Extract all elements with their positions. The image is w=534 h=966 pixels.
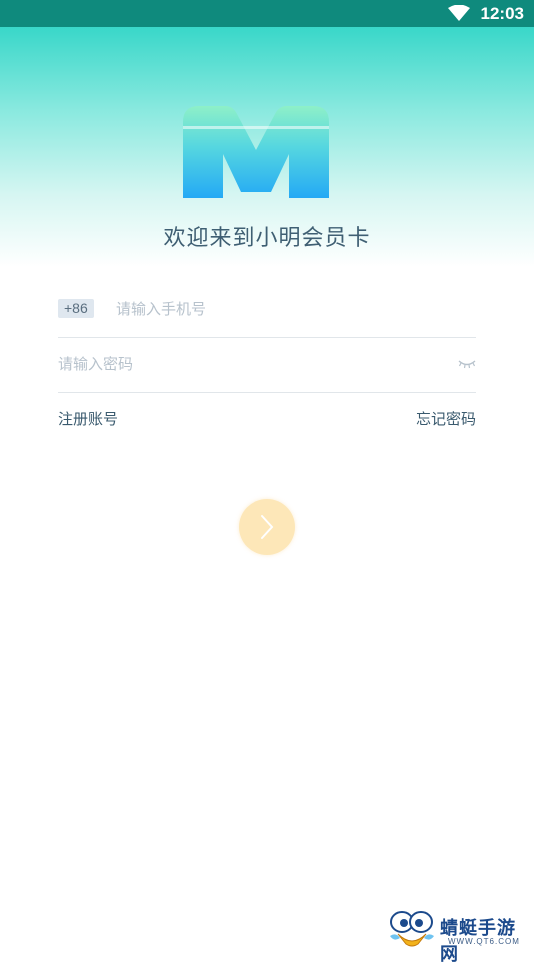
watermark-url: WWW.QT6.COM bbox=[448, 937, 520, 946]
phone-input[interactable] bbox=[116, 294, 456, 324]
eye-closed-icon[interactable] bbox=[458, 358, 476, 370]
register-link[interactable]: 注册账号 bbox=[58, 408, 118, 429]
m-logo bbox=[183, 106, 329, 198]
forgot-password-link[interactable]: 忘记密码 bbox=[416, 408, 476, 429]
phone-field-row: +86 bbox=[58, 283, 476, 338]
dragonfly-mascot-icon bbox=[390, 911, 434, 947]
welcome-title: 欢迎来到小明会员卡 bbox=[163, 226, 371, 251]
password-input[interactable] bbox=[58, 349, 438, 379]
chevron-right-icon bbox=[261, 515, 274, 539]
password-field-row bbox=[58, 338, 476, 393]
site-watermark: 蜻蜓手游网 WWW.QT6.COM bbox=[388, 908, 534, 965]
country-code-badge[interactable]: +86 bbox=[58, 299, 94, 318]
status-time: 12:03 bbox=[480, 4, 524, 23]
wifi-icon bbox=[448, 5, 470, 21]
status-bar: 12:03 bbox=[0, 0, 534, 27]
submit-button[interactable] bbox=[239, 499, 295, 555]
